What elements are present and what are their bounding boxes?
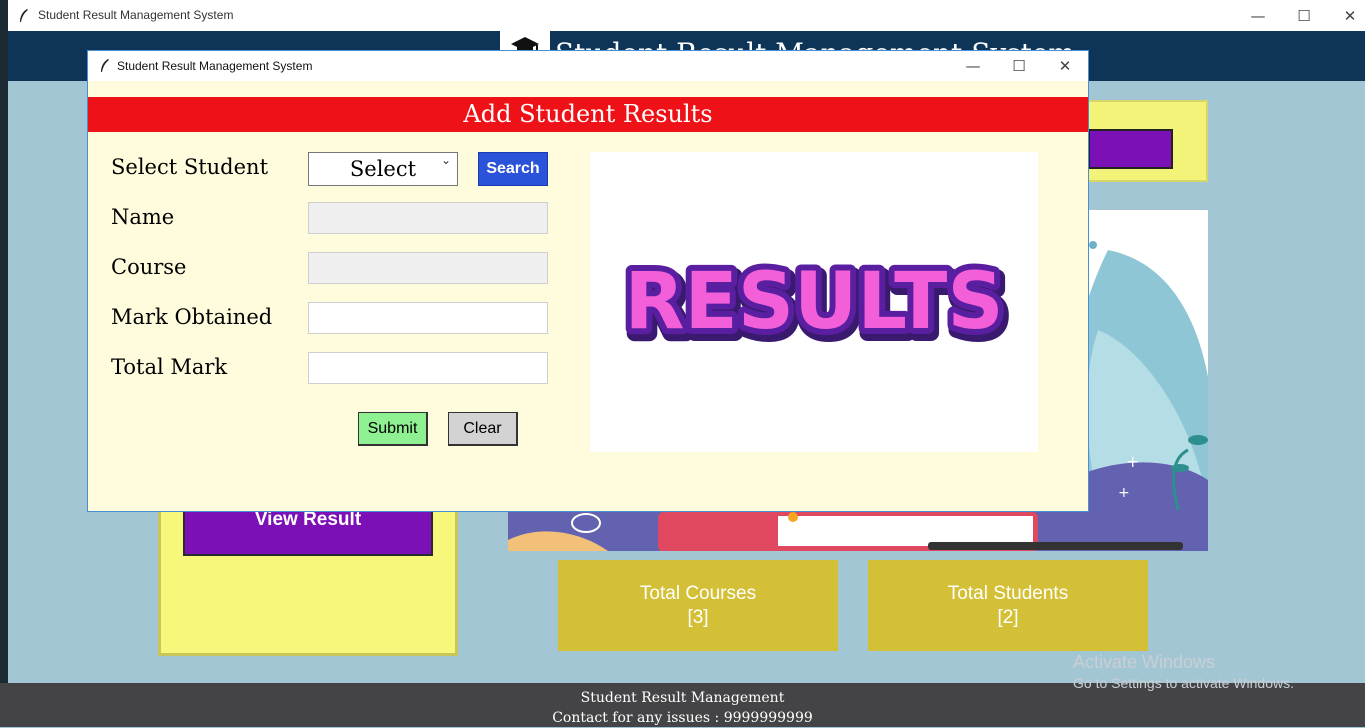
footer-line-1: Student Result Management [580, 690, 785, 706]
chevron-down-icon: ⌄ [440, 153, 451, 167]
dialog-titlebar: Student Result Management System — ☐ ✕ [88, 51, 1088, 81]
svg-text:+: + [1126, 452, 1139, 471]
main-window-title: Student Result Management System [38, 8, 234, 22]
search-button[interactable]: Search [478, 152, 548, 186]
course-label: Course [111, 255, 187, 279]
close-icon[interactable]: ✕ [1042, 51, 1088, 81]
minimize-icon[interactable]: — [950, 51, 996, 81]
main-window-titlebar: Student Result Management System — ☐ ✕ [8, 0, 1365, 32]
add-results-dialog: Student Result Management System — ☐ ✕ A… [87, 50, 1089, 512]
close-icon[interactable]: ✕ [1327, 0, 1365, 31]
stat-value: [3] [687, 606, 709, 628]
stat-label: Total Courses [639, 582, 757, 604]
mark-obtained-label: Mark Obtained [111, 305, 273, 329]
maximize-icon[interactable]: ☐ [996, 51, 1042, 81]
student-select-value: Select [349, 157, 417, 181]
results-word: RESULTS [624, 257, 1003, 347]
name-label: Name [111, 205, 175, 229]
total-mark-label: Total Mark [111, 355, 228, 379]
course-field[interactable] [308, 252, 548, 284]
stat-label: Total Students [947, 582, 1069, 604]
total-students-card: Total Students [2] [868, 560, 1148, 651]
activate-windows-watermark: Activate Windows Go to Settings to activ… [1073, 652, 1294, 691]
minimize-icon[interactable]: — [1235, 0, 1281, 31]
total-courses-card: Total Courses [3] [558, 560, 838, 651]
desktop-edge [0, 0, 8, 727]
footer-line-2: Contact for any issues : 9999999999 [552, 710, 813, 726]
student-select[interactable]: Select ⌄ [308, 152, 458, 186]
clear-button[interactable]: Clear [448, 412, 518, 446]
feather-icon [101, 59, 109, 72]
mark-obtained-field[interactable] [308, 302, 548, 334]
menu-button[interactable] [1088, 129, 1173, 169]
feather-icon [20, 9, 28, 22]
total-mark-field[interactable] [308, 352, 548, 384]
select-student-label: Select Student [111, 155, 269, 179]
dialog-heading: Add Student Results [88, 97, 1088, 132]
watermark-line-2: Go to Settings to activate Windows. [1073, 675, 1294, 691]
svg-text:+: + [1118, 485, 1130, 501]
maximize-icon[interactable]: ☐ [1281, 0, 1327, 31]
watermark-line-1: Activate Windows [1073, 652, 1216, 672]
results-banner-image: RESULTS RESULTS RESULTS [590, 152, 1038, 452]
name-field[interactable] [308, 202, 548, 234]
stat-value: [2] [997, 606, 1019, 628]
submit-button[interactable]: Submit [358, 412, 428, 446]
dialog-title: Student Result Management System [117, 59, 313, 73]
